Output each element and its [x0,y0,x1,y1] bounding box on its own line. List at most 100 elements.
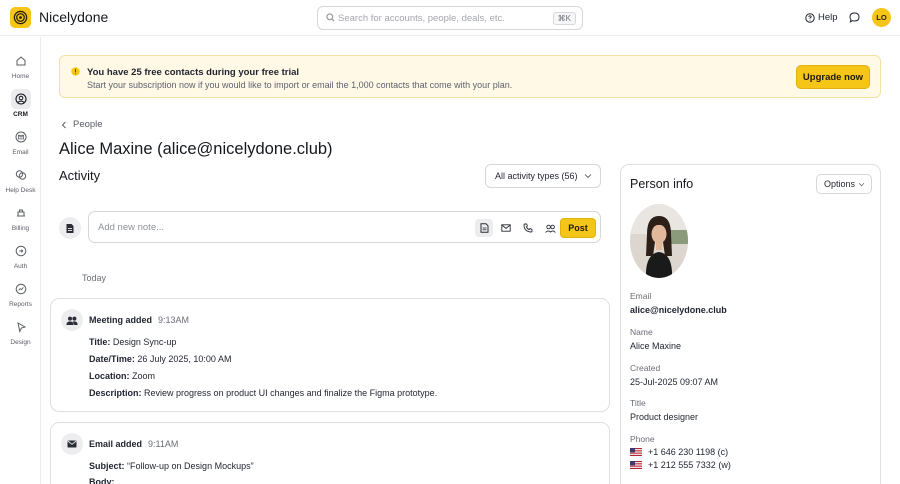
person-photo [630,204,688,278]
activity-type: Meeting added [89,315,153,325]
banner-subtitle: Start your subscription now if you would… [87,80,513,90]
note-composer: Post [88,211,601,243]
activity-card-header: Meeting added 9:13AM [89,315,189,325]
page-title: Alice Maxine (alice@nicelydone.club) [59,140,333,158]
name-value: Alice Maxine [630,341,682,351]
breadcrumb[interactable]: People [61,119,103,130]
name-label: Name [630,327,653,337]
activity-time: 9:11AM [148,439,179,449]
phone-row[interactable]: +1 212 555 7332 (w) [630,460,731,470]
meeting-datetime-field: Date/Time: 26 July 2025, 10:00 AM [89,354,232,364]
reports-icon [15,283,26,295]
person-info-panel: Person info Options Email alice@nicelydo… [620,164,881,484]
sidebar-item-email[interactable]: Email [0,123,41,159]
us-flag-icon [630,448,642,456]
sidebar-item-reports[interactable]: Reports [0,275,41,311]
phone-row[interactable]: +1 646 230 1198 (c) [630,447,728,457]
user-avatar[interactable]: LO [872,8,891,27]
chevron-down-icon [584,174,592,179]
help-button[interactable]: Help [805,12,838,23]
meeting-description-field: Description: Review progress on product … [89,388,438,398]
search-shortcut-badge: ⌘K [552,12,576,25]
meeting-people-icon [61,309,83,331]
top-bar: Nicelydone ⌘K Help LO [0,0,900,36]
sidebar-item-label: Email [12,149,29,156]
email-label: Email [630,291,652,301]
note-type-call[interactable] [519,219,537,237]
sidebar-item-label: Auth [13,263,28,270]
person-info-title: Person info [630,177,694,191]
phone-number: +1 646 230 1198 (c) [648,447,729,457]
help-circle-icon [805,12,815,23]
billing-icon [16,209,25,217]
email-icon [15,131,26,143]
sidebar-item-billing[interactable]: Billing [0,199,41,235]
chevron-down-icon [858,182,865,187]
sidebar-item-home[interactable]: Home [0,47,41,83]
sidebar-nav: Home CRM Email Help Desk Billing Auth Re… [0,37,41,484]
note-type-meeting[interactable] [541,219,559,237]
chevron-left-icon [61,121,66,128]
email-value[interactable]: alice@nicelydone.club [630,305,727,315]
meeting-location-field: Location: Zoom [89,371,156,381]
chat-bubble-icon[interactable] [849,12,860,23]
banner-title: You have 25 free contacts during your fr… [87,67,300,78]
crm-icon [14,93,27,105]
activity-card-header: Email added 9:11AM [89,439,178,449]
options-label: Options [824,179,856,189]
search-icon [326,13,335,22]
mail-icon [501,224,511,232]
sidebar-item-design[interactable]: Design [0,313,41,349]
activity-card-meeting[interactable]: Meeting added 9:13AM Title: Design Sync-… [50,298,610,412]
phone-icon [523,223,533,233]
created-value: 25-Jul-2025 09:07 AM [630,377,719,387]
help-label: Help [818,12,838,23]
activity-type: Email added [89,439,143,449]
title-value: Product designer [630,412,699,422]
warning-dot-icon [71,67,80,76]
email-body-field: Body: [89,477,115,484]
email-envelope-icon [61,433,83,455]
activity-heading: Activity [59,168,101,183]
activity-card-email[interactable]: Email added 9:11AM Subject: “Follow-up o… [50,422,610,484]
meeting-title-field: Title: Design Sync-up [89,337,177,347]
sidebar-item-label: Billing [11,225,30,232]
note-document-icon [59,217,81,239]
help-desk-icon [15,170,26,180]
post-button[interactable]: Post [560,218,596,238]
home-icon [16,56,25,66]
phone-number: +1 212 555 7332 (w) [648,460,731,470]
activity-filter-label: All activity types (56) [495,171,578,181]
us-flag-icon [630,461,642,469]
sidebar-item-label: Help Desk [5,187,36,194]
note-icon [480,223,488,233]
activity-group-label: Today [82,273,107,283]
sidebar-item-label: Design [10,339,31,346]
sidebar-item-label: CRM [13,111,28,118]
sidebar-item-crm[interactable]: CRM [0,85,41,121]
design-icon [16,322,26,333]
auth-icon [15,245,26,257]
app-name: Nicelydone [39,9,109,25]
upgrade-now-button[interactable]: Upgrade now [796,65,870,89]
options-dropdown[interactable]: Options [816,174,872,194]
search-input[interactable] [338,9,558,27]
activity-time: 9:13AM [158,315,190,325]
sidebar-item-help-desk[interactable]: Help Desk [0,161,41,197]
title-label: Title [630,398,646,408]
people-icon [544,224,556,233]
note-type-email[interactable] [497,219,515,237]
global-search[interactable]: ⌘K [317,6,583,30]
phone-label: Phone [630,434,655,444]
breadcrumb-people-link[interactable]: People [73,119,103,130]
sidebar-item-label: Home [11,73,30,80]
sidebar-item-auth[interactable]: Auth [0,237,41,273]
app-logo-icon[interactable] [10,7,31,28]
note-input[interactable] [98,219,458,235]
trial-banner: You have 25 free contacts during your fr… [59,55,881,98]
sidebar-item-label: Reports [9,301,32,308]
note-type-note[interactable] [475,219,493,237]
email-subject-field: Subject: “Follow-up on Design Mockups” [89,461,254,471]
activity-type-filter[interactable]: All activity types (56) [485,164,601,188]
created-label: Created [630,363,661,373]
